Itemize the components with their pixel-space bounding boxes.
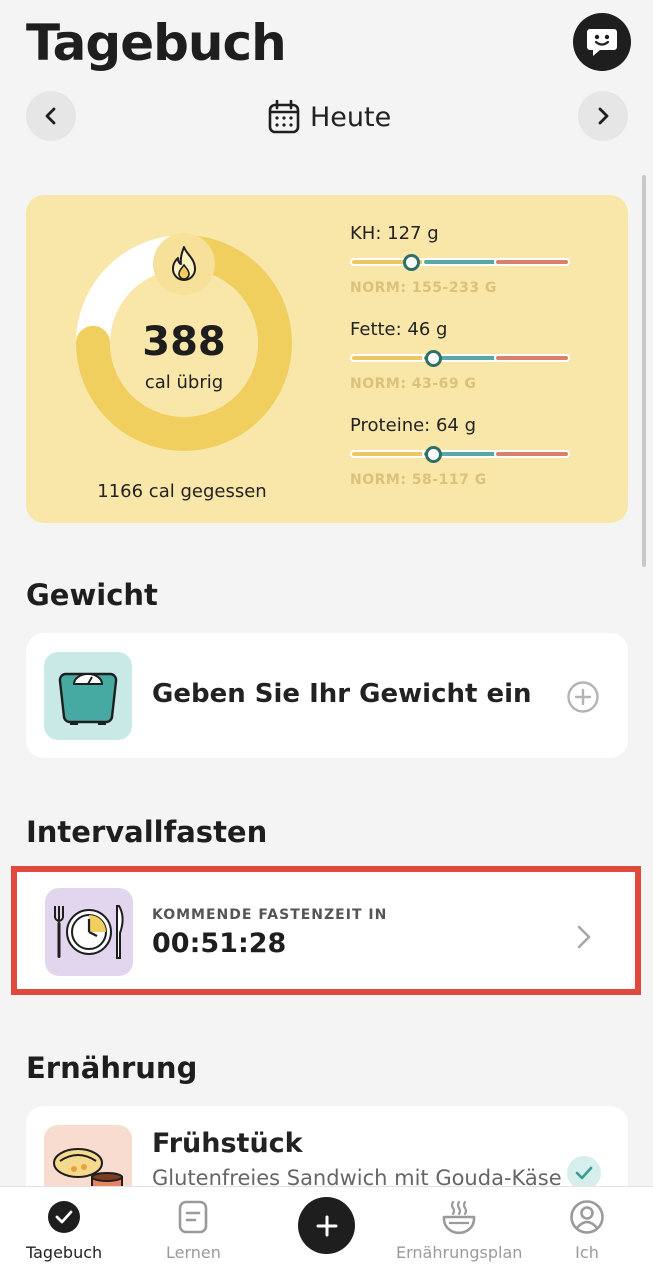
macro-carbs-bar <box>350 254 570 271</box>
weight-entry-card[interactable]: Geben Sie Ihr Gewicht ein <box>26 633 628 758</box>
flame-badge <box>153 233 215 295</box>
chat-button[interactable] <box>573 13 631 71</box>
diary-check-icon <box>48 1201 81 1233</box>
previous-day-button[interactable] <box>26 91 76 141</box>
fasting-clock-plate-icon <box>54 905 124 959</box>
macro-fat-marker <box>425 350 443 367</box>
macro-carbs-marker <box>403 254 421 271</box>
app: Tagebuch Heute 388 cal übrig 1166 cal ge… <box>0 0 653 1280</box>
date-selector[interactable]: Heute <box>268 99 391 135</box>
macro-fat-label: Fette: 46 g <box>350 319 448 340</box>
macro-protein-marker <box>425 446 443 463</box>
scale-thumbnail <box>44 652 132 740</box>
flame-icon <box>172 246 196 281</box>
weight-prompt: Geben Sie Ihr Gewicht ein <box>152 679 532 709</box>
fasting-countdown: 00:51:28 <box>152 928 287 959</box>
calories-remaining-value: 388 <box>142 319 226 365</box>
nutrition-section-title: Ernährung <box>26 1051 198 1085</box>
check-icon <box>575 1166 593 1180</box>
fasting-card[interactable]: KOMMENDE FASTENZEIT IN 00:51:28 <box>11 866 641 995</box>
nav-nutrition-plan[interactable]: Ernährungsplan <box>396 1199 522 1262</box>
macro-carbs: KH: 127 g NORM: 155-233 G <box>350 223 572 296</box>
macro-fat-norm: NORM: 43-69 G <box>350 376 477 392</box>
bowl-icon <box>442 1200 476 1235</box>
fasting-thumbnail <box>45 888 133 976</box>
chevron-right-icon <box>577 925 591 949</box>
macro-carbs-norm: NORM: 155-233 G <box>350 280 497 296</box>
scrollbar[interactable] <box>642 175 646 567</box>
calorie-summary-card[interactable]: 388 cal übrig 1166 cal gegessen KH: 127 … <box>26 195 628 523</box>
nav-diary[interactable]: Tagebuch <box>26 1199 102 1262</box>
plus-icon <box>316 1215 337 1236</box>
chevron-left-icon <box>45 107 56 125</box>
macro-carbs-label: KH: 127 g <box>350 223 439 244</box>
calories-remaining-label: cal übrig <box>144 372 224 393</box>
date-label: Heute <box>310 101 392 133</box>
chat-smiley-icon <box>587 29 617 56</box>
nav-learn-label: Lernen <box>166 1243 221 1262</box>
macro-protein-label: Proteine: 64 g <box>350 415 477 436</box>
bottom-navigation: Tagebuch Lernen Ernährungsplan Ich <box>0 1186 653 1280</box>
date-navigation: Heute <box>26 91 628 143</box>
macro-fat: Fette: 46 g NORM: 43-69 G <box>350 319 572 392</box>
page-title: Tagebuch <box>26 14 287 72</box>
chevron-right-icon <box>598 107 609 125</box>
add-entry-button[interactable] <box>298 1197 355 1254</box>
fasting-section-title: Intervallfasten <box>26 815 268 849</box>
weight-section-title: Gewicht <box>26 578 158 612</box>
fasting-caption: KOMMENDE FASTENZEIT IN <box>152 907 388 923</box>
meal-title: Frühstück <box>152 1128 303 1159</box>
nav-diary-label: Tagebuch <box>26 1243 103 1262</box>
profile-icon <box>570 1200 604 1234</box>
nav-learn[interactable]: Lernen <box>166 1199 221 1262</box>
add-weight-icon[interactable] <box>566 680 600 714</box>
macro-protein: Proteine: 64 g NORM: 58-117 G <box>350 415 572 488</box>
macro-fat-bar <box>350 350 570 367</box>
nav-profile[interactable]: Ich <box>569 1199 605 1262</box>
nav-nutrition-plan-label: Ernährungsplan <box>396 1243 523 1262</box>
macro-protein-bar <box>350 446 570 463</box>
calories-eaten-label: 1166 cal gegessen <box>97 481 267 502</box>
macro-protein-norm: NORM: 58-117 G <box>350 472 487 488</box>
learn-document-icon <box>179 1200 208 1234</box>
scale-icon <box>58 672 118 725</box>
nav-profile-label: Ich <box>575 1243 599 1262</box>
calendar-icon <box>268 100 300 134</box>
meal-done-check[interactable] <box>567 1156 601 1190</box>
next-day-button[interactable] <box>578 91 628 141</box>
